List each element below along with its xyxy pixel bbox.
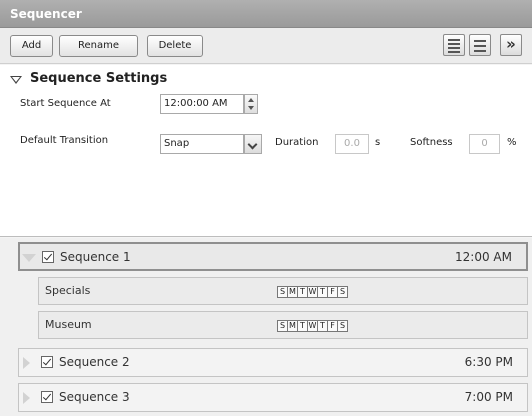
default-transition-label: Default Transition — [20, 135, 109, 146]
start-sequence-label: Start Sequence At — [20, 98, 111, 109]
weekday-selector: S M T W T F S — [277, 320, 348, 332]
sequence-enable-checkbox[interactable] — [41, 391, 53, 403]
rename-button[interactable]: Rename — [59, 35, 138, 57]
transition-dropdown-button[interactable] — [244, 134, 262, 154]
sequence-enable-checkbox[interactable] — [41, 356, 53, 368]
sequence-name: Sequence 2 — [59, 355, 130, 369]
stepper-up-icon[interactable] — [248, 98, 254, 102]
softness-field[interactable]: 0 — [469, 134, 500, 154]
collapse-settings-icon[interactable] — [10, 76, 22, 84]
list-view-icon[interactable] — [443, 34, 465, 56]
sequence-list: Sequence 1 12:00 AM Specials S M T W T F… — [0, 238, 532, 416]
expand-arrow-icon[interactable] — [23, 357, 30, 369]
list-item[interactable]: Museum S M T W T F S — [38, 311, 528, 339]
duration-label: Duration — [275, 137, 319, 148]
window-title: Sequencer — [0, 0, 532, 28]
sequence-time: 12:00 AM — [455, 250, 512, 264]
sequence-row[interactable]: Sequence 1 12:00 AM — [18, 242, 528, 271]
expand-arrow-icon[interactable] — [23, 392, 30, 404]
sequence-item-name: Specials — [45, 284, 91, 297]
delete-button[interactable]: Delete — [147, 35, 203, 57]
sequence-item-name: Museum — [45, 318, 92, 331]
chevron-down-icon — [247, 139, 258, 150]
list-item[interactable]: Specials S M T W T F S — [38, 277, 528, 305]
start-time-field[interactable]: 12:00:00 AM — [160, 94, 244, 114]
day-toggle[interactable]: S — [337, 320, 348, 332]
sequence-row[interactable]: Sequence 3 7:00 PM — [18, 383, 528, 412]
duration-field[interactable]: 0.0 — [335, 134, 369, 154]
expand-arrow-icon[interactable] — [22, 254, 36, 262]
sequence-enable-checkbox[interactable] — [42, 251, 54, 263]
transition-select[interactable]: Snap — [160, 134, 244, 154]
sequence-time: 6:30 PM — [464, 355, 513, 369]
day-toggle[interactable]: S — [337, 286, 348, 298]
sequence-row[interactable]: Sequence 2 6:30 PM — [18, 348, 528, 377]
detail-view-icon[interactable] — [469, 34, 491, 56]
sequence-name: Sequence 3 — [59, 390, 130, 404]
sequence-settings-panel: Sequence Settings Start Sequence At 12:0… — [0, 65, 532, 237]
duration-unit: s — [375, 137, 381, 148]
weekday-selector: S M T W T F S — [277, 286, 348, 298]
settings-title: Sequence Settings — [30, 71, 168, 86]
toolbar: Add Rename Delete » — [0, 28, 532, 64]
stepper-down-icon[interactable] — [248, 106, 254, 110]
softness-label: Softness — [410, 137, 453, 148]
sequence-time: 7:00 PM — [464, 390, 513, 404]
softness-unit: % — [507, 137, 517, 148]
add-button[interactable]: Add — [10, 35, 53, 57]
sequence-name: Sequence 1 — [60, 250, 131, 264]
expand-panel-icon[interactable]: » — [500, 34, 522, 56]
sequencer-window: Sequencer Add Rename Delete » Sequence S… — [0, 0, 532, 416]
time-stepper[interactable] — [244, 94, 258, 114]
